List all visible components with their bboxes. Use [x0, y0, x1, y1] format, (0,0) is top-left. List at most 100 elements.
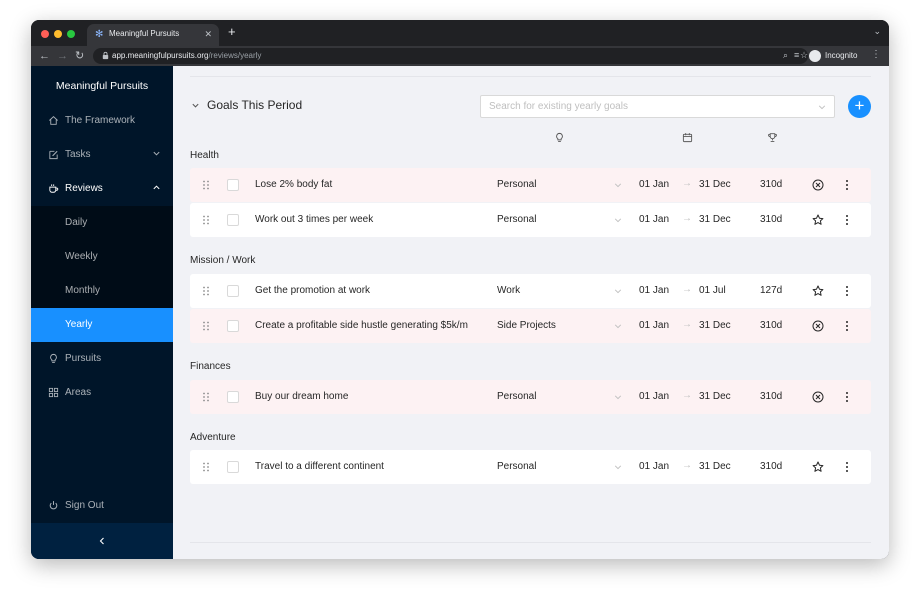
goal-area-select[interactable]: Personal [497, 461, 536, 472]
goal-end-date[interactable]: 31 Dec [699, 214, 731, 225]
more-options-icon[interactable] [844, 285, 850, 297]
forward-arrow-icon[interactable]: → [57, 49, 68, 63]
goal-checkbox[interactable] [227, 320, 239, 332]
zoom-icon[interactable]: ⌕ [783, 50, 788, 61]
goal-start-date[interactable]: 01 Jan [639, 285, 669, 296]
sign-out-button[interactable]: Sign Out [31, 489, 173, 523]
goal-start-date[interactable]: 01 Jan [639, 391, 669, 402]
goal-title[interactable]: Work out 3 times per week [255, 214, 477, 225]
goal-start-date[interactable]: 01 Jan [639, 214, 669, 225]
sidebar-item-pursuits[interactable]: Pursuits [31, 342, 173, 376]
more-options-icon[interactable] [844, 214, 850, 226]
sidebar-item-areas[interactable]: Areas [31, 376, 173, 410]
chevron-down-icon [153, 151, 160, 156]
star-icon[interactable] [812, 285, 824, 297]
browser-tab[interactable]: ✻ Meaningful Pursuits ✕ [87, 24, 219, 46]
goal-title[interactable]: Buy our dream home [255, 391, 477, 402]
incognito-icon [809, 50, 821, 62]
goal-checkbox[interactable] [227, 214, 239, 226]
browser-toolbar: ← → ↻ app.meaningfulpursuits.org/reviews… [31, 46, 889, 66]
drag-handle-icon[interactable] [202, 286, 210, 296]
maximize-window-button[interactable] [67, 30, 75, 38]
back-arrow-icon[interactable]: ← [39, 49, 50, 63]
minimize-window-button[interactable] [54, 30, 62, 38]
sidebar-item-tasks[interactable]: Tasks [31, 138, 173, 172]
star-icon[interactable] [812, 214, 824, 226]
chevron-down-icon[interactable] [614, 393, 622, 401]
goal-search-select[interactable]: Search for existing yearly goals [480, 95, 835, 118]
goal-row[interactable]: Travel to a different continent Personal… [190, 450, 871, 484]
goal-area-select[interactable]: Side Projects [497, 320, 556, 331]
drag-handle-icon[interactable] [202, 321, 210, 331]
goal-row[interactable]: Work out 3 times per week Personal 01 Ja… [190, 203, 871, 237]
goal-row[interactable]: Lose 2% body fat Personal 01 Jan → 31 De… [190, 168, 871, 202]
address-bar[interactable]: app.meaningfulpursuits.org/reviews/yearl… [93, 48, 808, 64]
date-range-arrow-icon: → [682, 178, 692, 189]
goal-area-select[interactable]: Personal [497, 391, 536, 402]
goal-start-date[interactable]: 01 Jan [639, 179, 669, 190]
divider [190, 76, 871, 77]
star-icon[interactable] [812, 461, 824, 473]
goal-end-date[interactable]: 31 Dec [699, 461, 731, 472]
goal-end-date[interactable]: 31 Dec [699, 179, 731, 190]
chevron-down-icon[interactable] [614, 287, 622, 295]
tab-search-chevron-icon[interactable]: ⌄ [873, 26, 881, 37]
goal-checkbox[interactable] [227, 285, 239, 297]
goal-area-select[interactable]: Work [497, 285, 520, 296]
collapse-sidebar-button[interactable] [31, 523, 173, 559]
sidebar-item-yearly[interactable]: Yearly [31, 308, 173, 342]
add-goal-button[interactable]: + [848, 95, 871, 118]
new-tab-button[interactable]: + [228, 25, 236, 38]
reload-icon[interactable]: ↻ [75, 49, 84, 63]
goal-start-date[interactable]: 01 Jan [639, 461, 669, 472]
reading-list-icon[interactable]: ≡ [794, 50, 799, 60]
close-circle-icon[interactable] [812, 320, 824, 332]
goal-row[interactable]: Buy our dream home Personal 01 Jan → 31 … [190, 380, 871, 414]
sidebar-item-reviews[interactable]: Reviews [31, 172, 173, 206]
chevron-down-icon[interactable] [614, 181, 622, 189]
goal-title[interactable]: Get the promotion at work [255, 285, 477, 296]
group-title-finances: Finances [190, 361, 231, 372]
drag-handle-icon[interactable] [202, 215, 210, 225]
goal-area-select[interactable]: Personal [497, 214, 536, 225]
browser-menu-icon[interactable]: ⋮ [871, 49, 881, 60]
goal-end-date[interactable]: 31 Dec [699, 320, 731, 331]
goal-end-date[interactable]: 01 Jul [699, 285, 726, 296]
drag-handle-icon[interactable] [202, 180, 210, 190]
goal-checkbox[interactable] [227, 461, 239, 473]
goal-end-date[interactable]: 31 Dec [699, 391, 731, 402]
more-options-icon[interactable] [844, 391, 850, 403]
home-icon [49, 116, 58, 125]
goal-title[interactable]: Travel to a different continent [255, 461, 477, 472]
goal-row[interactable]: Create a profitable side hustle generati… [190, 309, 871, 343]
sidebar-item-monthly[interactable]: Monthly [31, 274, 173, 308]
goal-title[interactable]: Lose 2% body fat [255, 179, 477, 190]
chevron-down-icon[interactable] [614, 216, 622, 224]
more-options-icon[interactable] [844, 179, 850, 191]
drag-handle-icon[interactable] [202, 462, 210, 472]
close-circle-icon[interactable] [812, 391, 824, 403]
goal-checkbox[interactable] [227, 179, 239, 191]
trophy-icon [768, 133, 777, 142]
goal-checkbox[interactable] [227, 391, 239, 403]
chevron-down-icon[interactable] [614, 463, 622, 471]
close-circle-icon[interactable] [812, 179, 824, 191]
goal-title[interactable]: Create a profitable side hustle generati… [255, 320, 477, 331]
more-options-icon[interactable] [844, 320, 850, 332]
sidebar-item-weekly[interactable]: Weekly [31, 240, 173, 274]
goal-row[interactable]: Get the promotion at work Work 01 Jan → … [190, 274, 871, 308]
sidebar-item-daily[interactable]: Daily [31, 206, 173, 240]
drag-handle-icon[interactable] [202, 392, 210, 402]
tab-close-icon[interactable]: ✕ [204, 29, 212, 39]
sidebar-item-framework[interactable]: The Framework [31, 104, 173, 138]
more-options-icon[interactable] [844, 461, 850, 473]
goal-area-select[interactable]: Personal [497, 179, 536, 190]
goal-start-date[interactable]: 01 Jan [639, 320, 669, 331]
group-title-health: Health [190, 150, 219, 161]
date-range-arrow-icon: → [682, 213, 692, 224]
chevron-down-icon[interactable] [614, 322, 622, 330]
close-window-button[interactable] [41, 30, 49, 38]
browser-window: ✻ Meaningful Pursuits ✕ + ⌄ ← → ↻ app.me… [31, 20, 889, 559]
bookmark-star-icon[interactable]: ☆ [800, 50, 808, 61]
collapse-section-chevron-icon[interactable] [191, 101, 200, 110]
